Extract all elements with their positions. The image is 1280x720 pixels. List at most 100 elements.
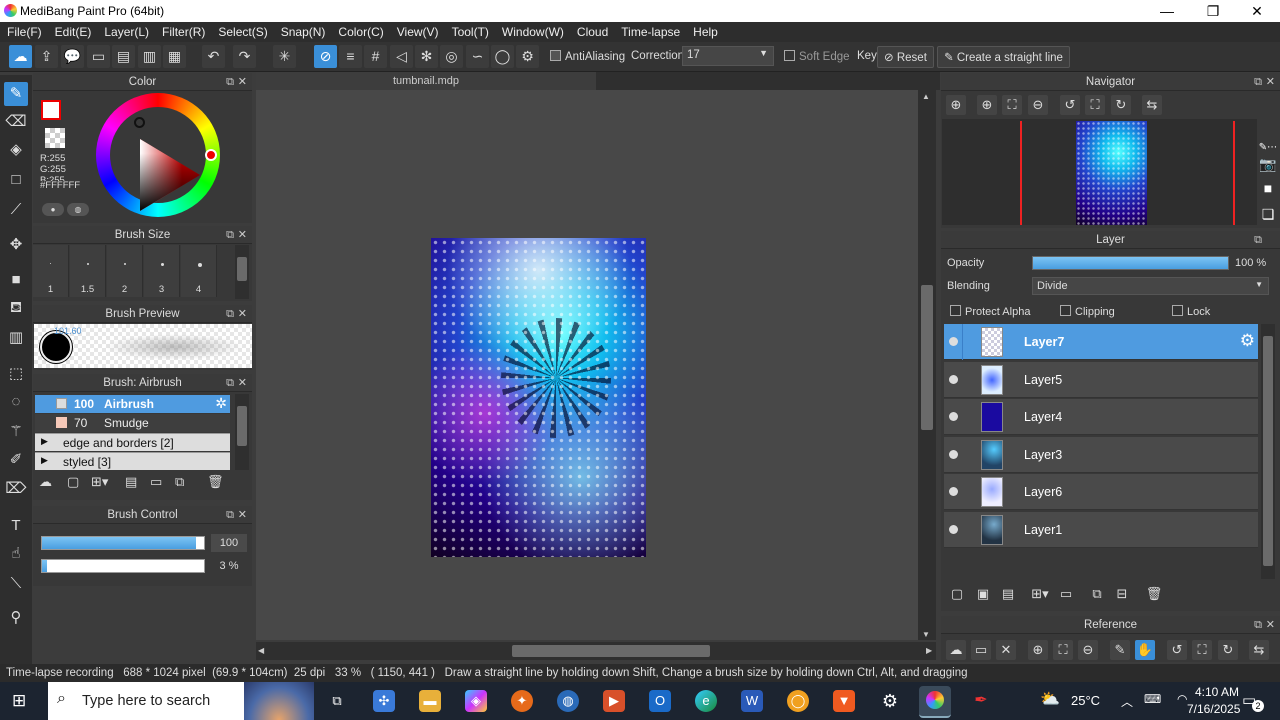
word-icon[interactable]: W xyxy=(741,690,763,712)
brush-tool-icon[interactable]: ✎ xyxy=(4,82,28,106)
color-history-icon[interactable]: ● xyxy=(42,203,64,216)
ref-hand-icon[interactable]: ✋ xyxy=(1135,640,1155,660)
speech-icon[interactable]: ▭ xyxy=(87,45,110,68)
clock-date[interactable]: 7/16/2025 xyxy=(1187,702,1240,716)
correction-input[interactable]: 17 ▼ xyxy=(682,46,774,66)
edge-icon[interactable]: e xyxy=(695,690,717,712)
weather-icon[interactable]: ⛅ xyxy=(1040,689,1060,709)
protect-alpha-checkbox[interactable]: Protect Alpha xyxy=(950,305,1030,318)
zoom-out-icon[interactable]: ⊖ xyxy=(1028,95,1048,115)
wifi-icon[interactable]: ◠ xyxy=(1177,692,1187,706)
layer-scrollbar[interactable] xyxy=(1261,324,1275,579)
windows-start-icon[interactable]: ⊞ xyxy=(12,691,32,711)
lock-checkbox[interactable]: Lock xyxy=(1172,305,1210,318)
circle-snap-icon[interactable]: ◎ xyxy=(440,45,463,68)
file-explorer-icon[interactable]: ▬ xyxy=(419,690,441,712)
flip-icon[interactable]: ⇆ xyxy=(1142,95,1162,115)
menu-cloud[interactable]: Cloud xyxy=(570,22,614,39)
layer-row-layer4[interactable]: Layer4 xyxy=(944,399,1258,435)
undock-icon[interactable]: ⧉ xyxy=(226,305,234,323)
close-icon[interactable]: ✕ xyxy=(1266,73,1275,91)
scroll-down-icon[interactable]: ▼ xyxy=(922,630,930,639)
undock-icon[interactable]: ⧉ xyxy=(1254,231,1262,249)
scroll-thumb[interactable] xyxy=(1263,336,1273,566)
add-layer-menu-icon[interactable]: ⊞▾ xyxy=(1025,584,1055,604)
visibility-icon[interactable] xyxy=(949,375,958,384)
menu-window[interactable]: Window(W) xyxy=(495,22,570,39)
fit-icon[interactable]: ⛶ xyxy=(1002,95,1022,115)
menu-edit[interactable]: Edit(E) xyxy=(48,22,98,39)
dot-eraser-icon[interactable]: ◈ xyxy=(4,138,28,162)
brush-item-airbrush[interactable]: 100 Airbrush ✲ xyxy=(35,395,230,413)
medibang-taskbar-icon[interactable] xyxy=(919,686,951,718)
canvas-area[interactable] xyxy=(256,90,918,640)
reset-rotation-icon[interactable]: ⛶ xyxy=(1085,95,1105,115)
task-view-icon[interactable]: ⧉ xyxy=(326,690,348,712)
brush-group-styled[interactable]: ▶ styled [3] xyxy=(35,452,230,470)
new-layer-icon[interactable]: ▢ xyxy=(947,584,967,604)
rotate-left-icon[interactable]: ↺ xyxy=(1060,95,1080,115)
comment-icon[interactable]: 💬 xyxy=(61,45,84,68)
brush-size-4[interactable]: 4 xyxy=(181,245,217,297)
radial-snap-icon[interactable]: ✻ xyxy=(415,45,438,68)
saturation-cursor[interactable] xyxy=(134,117,145,128)
ref-rotate-right-icon[interactable]: ↻ xyxy=(1218,640,1238,660)
layer-settings-gear-icon[interactable]: ⚙ xyxy=(1240,331,1255,351)
ref-fit-icon[interactable]: ⛶ xyxy=(1053,640,1073,660)
menu-file[interactable]: File(F) xyxy=(0,22,48,39)
brush-size-1[interactable]: 1 xyxy=(33,245,69,297)
gear-icon[interactable]: ✲ xyxy=(215,395,227,412)
outlook-icon[interactable]: O xyxy=(649,690,671,712)
pages-icon[interactable]: ▥ xyxy=(138,45,161,68)
keyboard-icon[interactable]: ⌨ xyxy=(1144,692,1161,706)
close-reference-icon[interactable]: ✕ xyxy=(996,640,1016,660)
layer-folder-icon[interactable]: ▭ xyxy=(1056,584,1076,604)
ref-eyedropper-icon[interactable]: ✎ xyxy=(1110,640,1130,660)
close-icon[interactable]: ✕ xyxy=(238,374,247,392)
open-reference-icon[interactable]: ▭ xyxy=(971,640,991,660)
video-icon[interactable]: ■ xyxy=(1258,178,1278,198)
scroll-thumb[interactable] xyxy=(237,257,247,281)
straight-line-button[interactable]: ✎ Create a straight line xyxy=(937,46,1070,68)
brush-group-edge[interactable]: ▶ edge and borders [2] xyxy=(35,433,230,451)
media-app-icon[interactable]: ▶ xyxy=(603,690,625,712)
globe-app-icon[interactable]: ◍ xyxy=(557,690,579,712)
visibility-icon[interactable] xyxy=(949,337,958,346)
brush-size-2[interactable]: 2 xyxy=(107,245,143,297)
sparkle-icon[interactable]: ✳ xyxy=(273,45,296,68)
rotate-right-icon[interactable]: ↻ xyxy=(1111,95,1131,115)
menu-help[interactable]: Help xyxy=(686,22,724,39)
delete-layer-icon[interactable]: 🗑 xyxy=(1144,584,1164,604)
folder-icon[interactable]: ▭ xyxy=(150,474,162,490)
eraser-tool-icon[interactable]: ⌫ xyxy=(4,110,28,134)
document-tab[interactable]: tumbnail.mdp xyxy=(256,72,596,90)
temperature[interactable]: 25°C xyxy=(1071,693,1100,708)
menu-select[interactable]: Select(S) xyxy=(211,22,273,39)
clipping-checkbox[interactable]: Clipping xyxy=(1060,305,1115,318)
new-halftone-layer-icon[interactable]: ▣ xyxy=(973,584,993,604)
layer-row-layer7[interactable]: Layer7 ⚙ xyxy=(944,324,1258,360)
visibility-icon[interactable] xyxy=(949,525,958,534)
foreground-color-swatch[interactable] xyxy=(41,100,61,120)
layer-row-layer5[interactable]: Layer5 xyxy=(944,362,1258,398)
scroll-left-icon[interactable]: ◀ xyxy=(258,646,264,655)
fill-rect-icon[interactable]: ■ xyxy=(4,268,28,292)
brush-item-smudge[interactable]: 70 Smudge xyxy=(35,414,230,432)
menu-color[interactable]: Color(C) xyxy=(331,22,389,39)
operation-tool-icon[interactable]: ☝ xyxy=(4,542,28,566)
app-pinwheel-icon[interactable]: ✣ xyxy=(373,690,395,712)
add-brush-icon[interactable]: ⊞▾ xyxy=(91,474,108,490)
select-eraser-icon[interactable]: ⌦ xyxy=(4,477,28,501)
vpn-icon[interactable]: ◯ xyxy=(787,690,809,712)
taskbar-search[interactable]: ⌕ Type here to search xyxy=(48,682,314,720)
close-icon[interactable]: ✕ xyxy=(238,506,247,524)
camera-icon[interactable]: 📷 xyxy=(1258,154,1278,174)
menu-tool[interactable]: Tool(T) xyxy=(445,22,495,39)
visibility-icon[interactable] xyxy=(949,450,958,459)
gradation-tool-icon[interactable]: ▥ xyxy=(4,326,28,350)
zoom-in-icon[interactable]: ⊕ xyxy=(977,95,997,115)
visibility-icon[interactable] xyxy=(949,412,958,421)
close-button[interactable]: ✕ xyxy=(1234,1,1280,21)
menu-snap[interactable]: Snap(N) xyxy=(274,22,332,39)
snap-settings-icon[interactable]: ⚙ xyxy=(516,45,539,68)
